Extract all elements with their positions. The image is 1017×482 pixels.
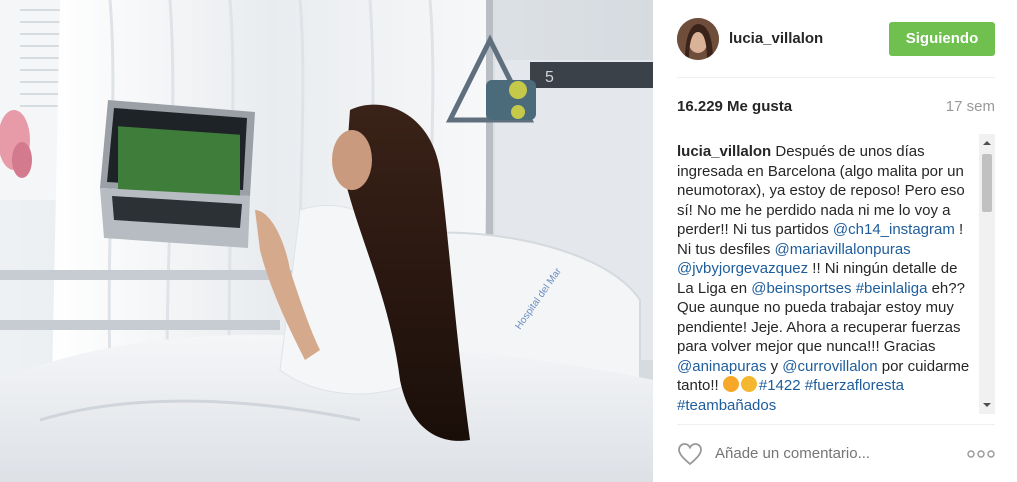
mention-link[interactable]: @jvbyjorgevazquez xyxy=(677,260,808,277)
mention-link[interactable]: @aninapuras xyxy=(677,358,766,375)
hashtag-link[interactable]: #teambañados xyxy=(677,397,776,414)
post-header: lucia_villalon Siguiendo xyxy=(677,0,995,78)
hashtag-link[interactable]: #fuerzafloresta xyxy=(805,377,904,394)
scroll-up-arrow-icon[interactable] xyxy=(979,136,995,150)
comments-scrollbar[interactable] xyxy=(979,134,995,414)
hashtag-link[interactable]: #beinlaliga xyxy=(856,280,928,297)
comments-section[interactable]: lucia_villalon Después de unos días ingr… xyxy=(677,134,995,414)
more-options-icon[interactable] xyxy=(967,449,995,459)
mention-link[interactable]: @ch14_instagram xyxy=(833,221,955,238)
scroll-down-arrow-icon[interactable] xyxy=(979,398,995,412)
post-footer xyxy=(677,424,995,482)
mention-link[interactable]: @mariavillalonpuras xyxy=(775,241,911,258)
caption-viewport: lucia_villalon Después de unos días ingr… xyxy=(677,134,977,414)
laptop xyxy=(100,100,255,248)
caption-text: y xyxy=(766,357,783,375)
avatar[interactable] xyxy=(677,17,719,60)
likes-count[interactable]: 16.229 Me gusta xyxy=(677,98,792,115)
scrollbar-thumb[interactable] xyxy=(982,154,992,212)
kiss-face-emoji-icon xyxy=(722,376,739,392)
kiss-face-emoji-icon xyxy=(740,376,757,392)
username[interactable]: lucia_villalon xyxy=(729,30,823,47)
caption-username[interactable]: lucia_villalon xyxy=(677,143,771,160)
post-time[interactable]: 17 sem xyxy=(946,98,995,115)
following-button[interactable]: Siguiendo xyxy=(889,21,995,56)
heart-outline-icon[interactable] xyxy=(677,442,703,466)
mention-link[interactable]: @currovillalon xyxy=(782,358,877,375)
photo-illustration: 5 Hospital del Mar xyxy=(0,0,653,482)
hashtag-link[interactable]: #1422 xyxy=(759,377,801,394)
caption: lucia_villalon Después de unos días ingr… xyxy=(677,134,977,414)
post-side-panel: lucia_villalon Siguiendo 16.229 Me gusta… xyxy=(653,0,1017,482)
post-stats: 16.229 Me gusta 17 sem xyxy=(677,78,995,134)
comment-input[interactable] xyxy=(715,445,935,462)
mention-link[interactable]: @beinsportses xyxy=(751,280,851,297)
bed-number: 5 xyxy=(545,69,554,86)
post-photo[interactable]: 5 Hospital del Mar xyxy=(0,0,653,482)
